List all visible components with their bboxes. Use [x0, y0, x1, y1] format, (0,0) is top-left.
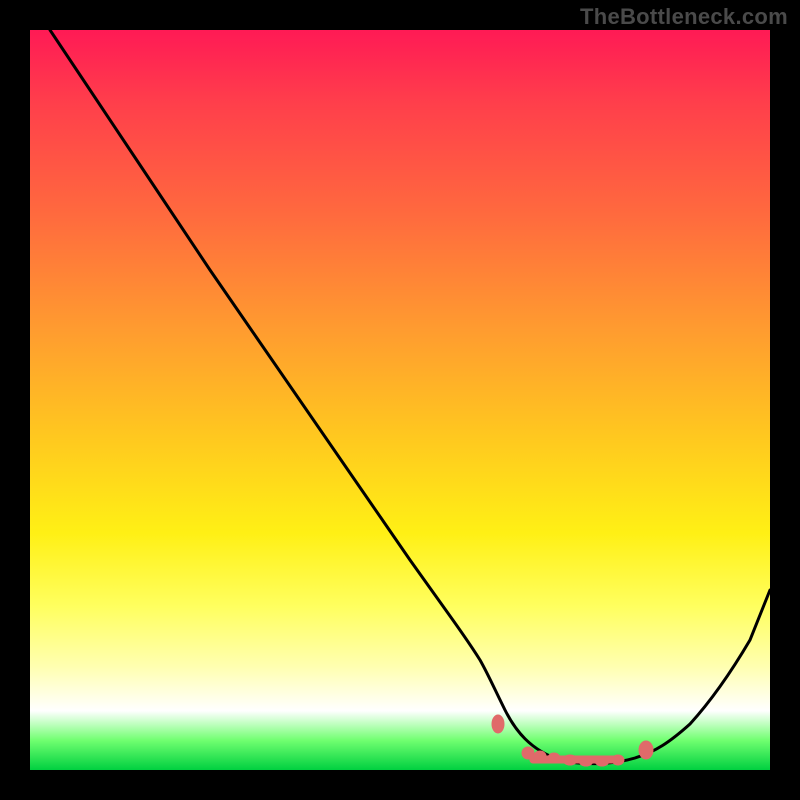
plot-area [30, 30, 770, 770]
chart-frame: TheBottleneck.com [0, 0, 800, 800]
bottleneck-curve [50, 30, 770, 764]
curve-layer [30, 30, 770, 770]
watermark-label: TheBottleneck.com [580, 4, 788, 30]
